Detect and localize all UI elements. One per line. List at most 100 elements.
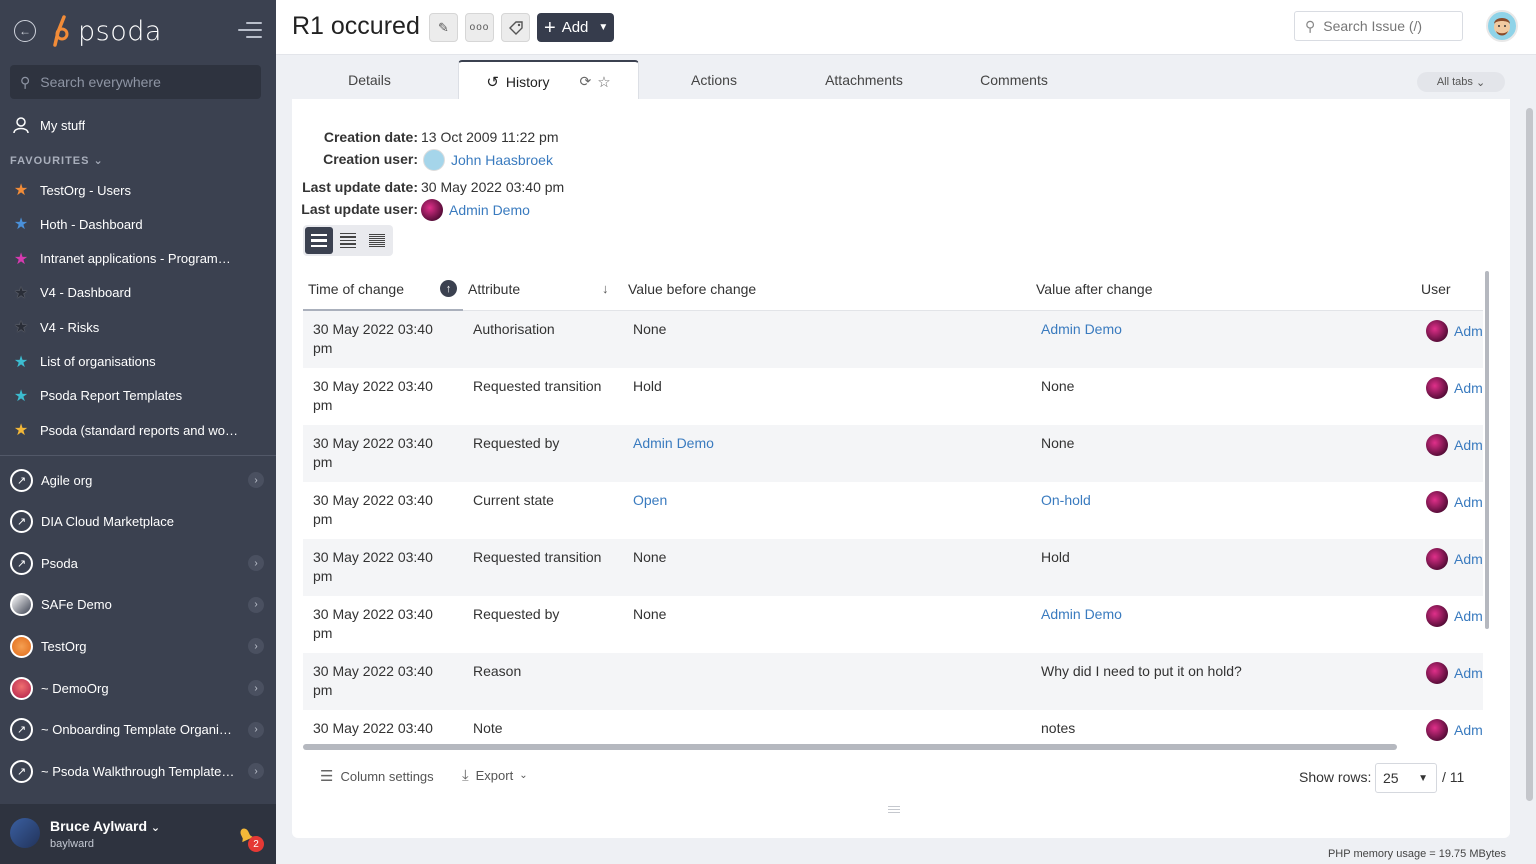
cell-attribute: Requested transition [473,378,602,394]
star-icon: ★ [13,422,29,440]
favourite-item[interactable]: ★ Intranet applications - Programme... [0,244,276,274]
edit-button[interactable]: ✎ [429,13,458,42]
psoda-logo[interactable]: psoda [50,14,162,48]
chevron-right-icon[interactable]: › [248,596,264,613]
density-dense-button[interactable] [363,227,391,254]
cell-value-before[interactable]: Open [633,491,667,510]
star-icon: ★ [13,216,29,234]
tag-button[interactable] [501,13,530,42]
my-stuff-link[interactable]: My stuff [0,110,276,140]
organisation-item[interactable]: ↗ ~ Psoda Walkthrough Template P... › [0,753,276,789]
tag-icon [508,20,523,35]
creation-user-name: John Haasbroek [451,152,553,168]
organisation-item[interactable]: ↗ DIA Cloud Marketplace [0,504,276,540]
table-row[interactable]: 30 May 2022 03:40 pm Requested by Admin De… [303,425,1483,482]
favourite-item[interactable]: ★ TestOrg - Users [0,175,276,205]
creation-user-link[interactable]: John Haasbroek [423,149,553,171]
pencil-icon: ✎ [438,19,449,35]
column-header-value-after[interactable]: Value after change [1036,281,1153,297]
more-options-button[interactable]: ooo [465,13,494,42]
density-comfortable-button[interactable] [305,227,333,254]
resize-grip-icon[interactable] [888,806,900,815]
refresh-icon[interactable]: ⟳ [579,73,591,90]
tab-attachments[interactable]: Attachments [792,60,936,100]
cell-user[interactable]: Adm [1426,320,1483,342]
favourite-item[interactable]: ★ V4 - Risks [0,312,276,342]
cell-user[interactable]: Adm [1426,662,1483,684]
global-search-input[interactable]: ⚲ Search everywhere [10,65,261,99]
cell-value-before[interactable]: Admin Demo [633,434,714,453]
issue-search-input[interactable]: ⚲ Search Issue (/) [1294,11,1463,41]
tab-details-label: Details [348,72,391,88]
last-update-user-link[interactable]: Admin Demo [421,199,530,221]
favourite-item[interactable]: ★ Psoda Report Templates [0,381,276,411]
profile-avatar[interactable] [1486,10,1518,42]
cell-user[interactable]: Adm [1426,491,1483,513]
cell-user[interactable]: Adm [1426,377,1483,399]
rows-per-page-select[interactable]: 25 ▼ [1375,763,1437,793]
tab-actions[interactable]: Actions [642,60,786,100]
column-header-attribute[interactable]: Attribute [468,281,520,297]
cell-user[interactable]: Adm [1426,434,1483,456]
column-header-value-before[interactable]: Value before change [628,281,756,297]
back-icon[interactable]: ← [14,20,36,42]
chevron-right-icon[interactable]: › [248,763,264,780]
chevron-right-icon[interactable]: › [248,555,264,572]
cell-value-after[interactable]: On-hold [1041,491,1091,510]
user-name: Adm [1454,436,1483,453]
column-header-user[interactable]: User [1421,281,1451,297]
add-button[interactable]: + Add ▼ [537,13,614,42]
user-name: Adm [1454,607,1483,624]
all-tabs-dropdown[interactable]: All tabs ⌄ [1417,72,1505,92]
favourite-item[interactable]: ★ List of organisations [0,347,276,377]
cell-user[interactable]: Adm [1426,548,1483,570]
user-avatar[interactable] [10,818,40,848]
table-row[interactable]: 30 May 2022 03:40 pm Requested by None Admi… [303,596,1483,653]
table-vertical-scrollbar[interactable] [1485,271,1489,629]
column-header-time[interactable]: Time of change [308,281,404,297]
organisation-item[interactable]: TestOrg › [0,628,276,664]
table-row[interactable]: 30 May 2022 03:40 pm Requested transition… [303,539,1483,596]
cell-attribute: Reason [473,663,522,679]
export-button[interactable]: ⤓ Export ⌄ [462,767,528,784]
tab-history[interactable]: ↺ History ⟳ ☆ [458,60,639,101]
favourite-item[interactable]: ★ Hoth - Dashboard [0,209,276,239]
organisation-item[interactable]: ↗ ~ Onboarding Template Organisa... › [0,712,276,748]
favourite-item[interactable]: ★ V4 - Dashboard [0,278,276,308]
chevron-right-icon[interactable]: › [248,638,264,655]
chevron-right-icon[interactable]: › [248,472,264,488]
table-row[interactable]: 30 May 2022 03:40 pm Note notes Adm [303,710,1483,744]
favourites-header[interactable]: FAVOURITES ⌄ [10,154,104,167]
user-name-menu[interactable]: Bruce Aylward ⌄ [50,818,160,834]
table-row[interactable]: 30 May 2022 03:40 pm Reason Why did I need… [303,653,1483,710]
tab-details[interactable]: Details [292,60,447,100]
organisation-item[interactable]: ↗ Psoda › [0,545,276,581]
sidebar-user-panel[interactable]: Bruce Aylward ⌄ baylward 2 [0,804,276,864]
history-icon: ↺ [486,73,499,91]
tab-comments-label: Comments [980,72,1048,88]
cell-user[interactable]: Adm [1426,719,1483,741]
organisation-item[interactable]: ~ DemoOrg › [0,670,276,706]
top-bar: R1 occured ✎ ooo + Add ▼ ⚲ Search Issue … [276,0,1536,55]
chevron-right-icon[interactable]: › [248,680,264,696]
tab-comments[interactable]: Comments [942,60,1086,100]
horizontal-scrollbar[interactable] [303,744,1397,750]
star-outline-icon[interactable]: ☆ [597,73,610,91]
page-vertical-scrollbar[interactable] [1526,108,1533,801]
table-row[interactable]: 30 May 2022 03:40 pm Requested transition… [303,368,1483,425]
star-icon: ★ [13,182,29,199]
favourite-item[interactable]: ★ Psoda (standard reports and work... [0,415,276,445]
organisation-item[interactable]: SAFe Demo › [0,587,276,623]
sort-descending-icon[interactable]: ↓ [602,281,609,296]
column-settings-button[interactable]: ☰ Column settings [320,767,434,785]
cell-value-after[interactable]: Admin Demo [1041,605,1122,624]
density-compact-button[interactable] [334,227,362,254]
collapse-sidebar-icon[interactable] [238,22,262,40]
sort-ascending-icon[interactable]: ↑ [440,280,457,297]
table-row[interactable]: 30 May 2022 03:40 pm Authorisation None Adm… [303,311,1483,368]
cell-value-after[interactable]: Admin Demo [1041,320,1122,339]
organisation-item[interactable]: ↗ Agile org › [0,462,276,498]
cell-user[interactable]: Adm [1426,605,1483,627]
chevron-right-icon[interactable]: › [248,721,264,738]
table-row[interactable]: 30 May 2022 03:40 pm Current state Open On-… [303,482,1483,539]
